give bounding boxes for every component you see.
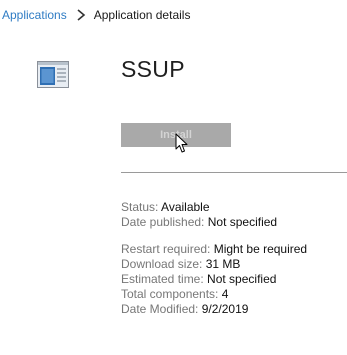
install-button[interactable]: Install bbox=[121, 123, 231, 147]
detail-label: Download size: bbox=[121, 257, 203, 271]
detail-value: Might be required bbox=[213, 242, 308, 256]
details-group-publication: Status: Available Date published: Not sp… bbox=[121, 200, 277, 230]
detail-label: Status: bbox=[121, 200, 159, 214]
detail-value: Available bbox=[161, 200, 210, 214]
breadcrumb-applications-link[interactable]: Applications bbox=[2, 8, 67, 22]
detail-value: 4 bbox=[221, 287, 229, 301]
detail-row-date-modified: Date Modified: 9/2/2019 bbox=[121, 302, 307, 317]
breadcrumb-current: Application details bbox=[93, 8, 191, 22]
detail-label: Restart required: bbox=[121, 242, 211, 256]
detail-row-restart-required: Restart required: Might be required bbox=[121, 242, 307, 257]
app-title: SSUP bbox=[121, 56, 185, 82]
detail-row-estimated-time: Estimated time: Not specified bbox=[121, 272, 307, 287]
breadcrumb: Applications Application details bbox=[2, 6, 190, 24]
chevron-right-icon bbox=[77, 9, 85, 21]
detail-value: Not specified bbox=[207, 272, 277, 286]
detail-value: 31 MB bbox=[205, 257, 241, 271]
detail-row-download-size: Download size: 31 MB bbox=[121, 257, 307, 272]
detail-row-date-published: Date published: Not specified bbox=[121, 215, 277, 230]
detail-value: 9/2/2019 bbox=[201, 302, 249, 316]
detail-row-status: Status: Available bbox=[121, 200, 277, 215]
detail-label: Total components: bbox=[121, 287, 219, 301]
application-window-icon bbox=[37, 61, 69, 88]
detail-value: Not specified bbox=[207, 215, 278, 229]
section-divider bbox=[121, 172, 347, 173]
detail-label: Date published: bbox=[121, 215, 205, 229]
details-group-install-info: Restart required: Might be required Down… bbox=[121, 242, 307, 317]
detail-row-total-components: Total components: 4 bbox=[121, 287, 307, 302]
detail-label: Date Modified: bbox=[121, 302, 199, 316]
detail-label: Estimated time: bbox=[121, 272, 204, 286]
